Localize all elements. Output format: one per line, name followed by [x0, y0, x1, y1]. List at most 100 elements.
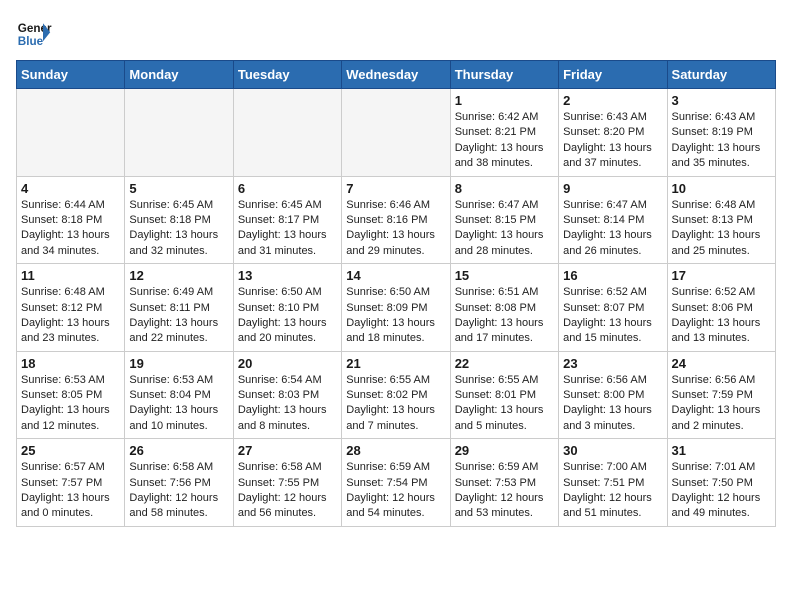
- calendar-cell: 24 Sunrise: 6:56 AM Sunset: 7:59 PM Dayli…: [667, 351, 775, 439]
- calendar-cell: 23Sunrise: 6:56 AM Sunset: 8:00 PM Dayli…: [559, 351, 667, 439]
- calendar-cell: 8 Sunrise: 6:47 AM Sunset: 8:15 PM Daylig…: [450, 176, 558, 264]
- day-number: 5: [129, 181, 228, 196]
- day-number: 15: [455, 268, 554, 283]
- calendar-cell: 13 Sunrise: 6:50 AM Sunset: 8:10 PM Dayli…: [233, 264, 341, 352]
- day-info: Sunrise: 6:48 AM Sunset: 8:13 PM Dayligh…: [672, 198, 771, 260]
- day-info: Sunrise: 6:57 AM Sunset: 7:57 PM Dayligh…: [21, 460, 120, 522]
- day-header-sunday: Sunday: [17, 61, 125, 89]
- calendar-cell: 4 Sunrise: 6:44 AM Sunset: 8:18 PM Daylig…: [17, 176, 125, 264]
- calendar-cell: 21 Sunrise: 6:55 AM Sunset: 8:02 PM Dayli…: [342, 351, 450, 439]
- week-row-3: 11 Sunrise: 6:48 AM Sunset: 8:12 PM Dayli…: [17, 264, 776, 352]
- day-number: 10: [672, 181, 771, 196]
- day-info: Sunrise: 6:52 AM Sunset: 8:07 PM Dayligh…: [563, 285, 662, 347]
- calendar-cell: 27 Sunrise: 6:58 AM Sunset: 7:55 PM Dayli…: [233, 439, 341, 527]
- day-number: 9: [563, 181, 662, 196]
- day-header-monday: Monday: [125, 61, 233, 89]
- day-number: 29: [455, 443, 554, 458]
- day-info: Sunrise: 6:45 AM Sunset: 8:18 PM Dayligh…: [129, 198, 228, 260]
- calendar-cell: 25 Sunrise: 6:57 AM Sunset: 7:57 PM Dayli…: [17, 439, 125, 527]
- calendar-cell: 1 Sunrise: 6:42 AM Sunset: 8:21 PM Daylig…: [450, 89, 558, 177]
- day-info: Sunrise: 6:43 AM Sunset: 8:20 PM Dayligh…: [563, 110, 662, 172]
- day-info: Sunrise: 6:42 AM Sunset: 8:21 PM Dayligh…: [455, 110, 554, 172]
- week-row-2: 4 Sunrise: 6:44 AM Sunset: 8:18 PM Daylig…: [17, 176, 776, 264]
- day-number: 22: [455, 356, 554, 371]
- day-number: 1: [455, 93, 554, 108]
- calendar-cell: 20 Sunrise: 6:54 AM Sunset: 8:03 PM Dayli…: [233, 351, 341, 439]
- day-number: 20: [238, 356, 337, 371]
- week-row-4: 18 Sunrise: 6:53 AM Sunset: 8:05 PM Dayli…: [17, 351, 776, 439]
- calendar-cell: 14 Sunrise: 6:50 AM Sunset: 8:09 PM Dayli…: [342, 264, 450, 352]
- day-number: 19: [129, 356, 228, 371]
- calendar-cell: 31 Sunrise: 7:01 AM Sunset: 7:50 PM Dayli…: [667, 439, 775, 527]
- calendar-cell: [125, 89, 233, 177]
- day-number: 7: [346, 181, 445, 196]
- day-number: 2: [563, 93, 662, 108]
- day-number: 25: [21, 443, 120, 458]
- day-info: Sunrise: 7:00 AM Sunset: 7:51 PM Dayligh…: [563, 460, 662, 522]
- calendar-cell: 29Sunrise: 6:59 AM Sunset: 7:53 PM Dayli…: [450, 439, 558, 527]
- calendar-cell: 7Sunrise: 6:46 AM Sunset: 8:16 PM Daylig…: [342, 176, 450, 264]
- day-info: Sunrise: 6:47 AM Sunset: 8:14 PM Dayligh…: [563, 198, 662, 260]
- day-info: Sunrise: 6:43 AM Sunset: 8:19 PM Dayligh…: [672, 110, 771, 172]
- day-info: Sunrise: 6:48 AM Sunset: 8:12 PM Dayligh…: [21, 285, 120, 347]
- calendar-cell: 22 Sunrise: 6:55 AM Sunset: 8:01 PM Dayli…: [450, 351, 558, 439]
- day-info: Sunrise: 6:50 AM Sunset: 8:10 PM Dayligh…: [238, 285, 337, 347]
- day-info: Sunrise: 6:55 AM Sunset: 8:01 PM Dayligh…: [455, 373, 554, 435]
- day-info: Sunrise: 6:53 AM Sunset: 8:04 PM Dayligh…: [129, 373, 228, 435]
- day-number: 26: [129, 443, 228, 458]
- day-number: 28: [346, 443, 445, 458]
- day-info: Sunrise: 6:58 AM Sunset: 7:55 PM Dayligh…: [238, 460, 337, 522]
- calendar-cell: 11 Sunrise: 6:48 AM Sunset: 8:12 PM Dayli…: [17, 264, 125, 352]
- day-info: Sunrise: 6:56 AM Sunset: 7:59 PM Dayligh…: [672, 373, 771, 435]
- calendar-cell: 19 Sunrise: 6:53 AM Sunset: 8:04 PM Dayli…: [125, 351, 233, 439]
- calendar-cell: 3Sunrise: 6:43 AM Sunset: 8:19 PM Daylig…: [667, 89, 775, 177]
- calendar-cell: 9 Sunrise: 6:47 AM Sunset: 8:14 PM Daylig…: [559, 176, 667, 264]
- day-number: 18: [21, 356, 120, 371]
- week-row-1: 1 Sunrise: 6:42 AM Sunset: 8:21 PM Daylig…: [17, 89, 776, 177]
- day-header-wednesday: Wednesday: [342, 61, 450, 89]
- day-info: Sunrise: 6:54 AM Sunset: 8:03 PM Dayligh…: [238, 373, 337, 435]
- day-header-thursday: Thursday: [450, 61, 558, 89]
- calendar-cell: 16 Sunrise: 6:52 AM Sunset: 8:07 PM Dayli…: [559, 264, 667, 352]
- calendar-cell: 15Sunrise: 6:51 AM Sunset: 8:08 PM Dayli…: [450, 264, 558, 352]
- day-number: 17: [672, 268, 771, 283]
- day-number: 24: [672, 356, 771, 371]
- calendar-cell: 30 Sunrise: 7:00 AM Sunset: 7:51 PM Dayli…: [559, 439, 667, 527]
- calendar-cell: 5 Sunrise: 6:45 AM Sunset: 8:18 PM Daylig…: [125, 176, 233, 264]
- day-number: 8: [455, 181, 554, 196]
- day-number: 16: [563, 268, 662, 283]
- calendar-cell: 2 Sunrise: 6:43 AM Sunset: 8:20 PM Daylig…: [559, 89, 667, 177]
- day-number: 31: [672, 443, 771, 458]
- day-number: 21: [346, 356, 445, 371]
- svg-text:Blue: Blue: [18, 35, 44, 48]
- week-row-5: 25 Sunrise: 6:57 AM Sunset: 7:57 PM Dayli…: [17, 439, 776, 527]
- day-number: 23: [563, 356, 662, 371]
- day-header-tuesday: Tuesday: [233, 61, 341, 89]
- day-info: Sunrise: 6:49 AM Sunset: 8:11 PM Dayligh…: [129, 285, 228, 347]
- logo: General Blue: [16, 16, 52, 52]
- day-info: Sunrise: 7:01 AM Sunset: 7:50 PM Dayligh…: [672, 460, 771, 522]
- calendar: SundayMondayTuesdayWednesdayThursdayFrid…: [16, 60, 776, 527]
- day-number: 4: [21, 181, 120, 196]
- day-info: Sunrise: 6:44 AM Sunset: 8:18 PM Dayligh…: [21, 198, 120, 260]
- day-number: 27: [238, 443, 337, 458]
- day-number: 14: [346, 268, 445, 283]
- calendar-cell: 28 Sunrise: 6:59 AM Sunset: 7:54 PM Dayli…: [342, 439, 450, 527]
- calendar-cell: 12Sunrise: 6:49 AM Sunset: 8:11 PM Dayli…: [125, 264, 233, 352]
- day-info: Sunrise: 6:47 AM Sunset: 8:15 PM Dayligh…: [455, 198, 554, 260]
- day-info: Sunrise: 6:59 AM Sunset: 7:54 PM Dayligh…: [346, 460, 445, 522]
- day-info: Sunrise: 6:45 AM Sunset: 8:17 PM Dayligh…: [238, 198, 337, 260]
- day-info: Sunrise: 6:52 AM Sunset: 8:06 PM Dayligh…: [672, 285, 771, 347]
- day-info: Sunrise: 6:50 AM Sunset: 8:09 PM Dayligh…: [346, 285, 445, 347]
- day-info: Sunrise: 6:55 AM Sunset: 8:02 PM Dayligh…: [346, 373, 445, 435]
- day-number: 30: [563, 443, 662, 458]
- calendar-cell: 18 Sunrise: 6:53 AM Sunset: 8:05 PM Dayli…: [17, 351, 125, 439]
- calendar-cell: 26Sunrise: 6:58 AM Sunset: 7:56 PM Dayli…: [125, 439, 233, 527]
- day-number: 11: [21, 268, 120, 283]
- day-info: Sunrise: 6:53 AM Sunset: 8:05 PM Dayligh…: [21, 373, 120, 435]
- calendar-cell: [233, 89, 341, 177]
- day-number: 13: [238, 268, 337, 283]
- day-header-friday: Friday: [559, 61, 667, 89]
- day-header-saturday: Saturday: [667, 61, 775, 89]
- day-number: 6: [238, 181, 337, 196]
